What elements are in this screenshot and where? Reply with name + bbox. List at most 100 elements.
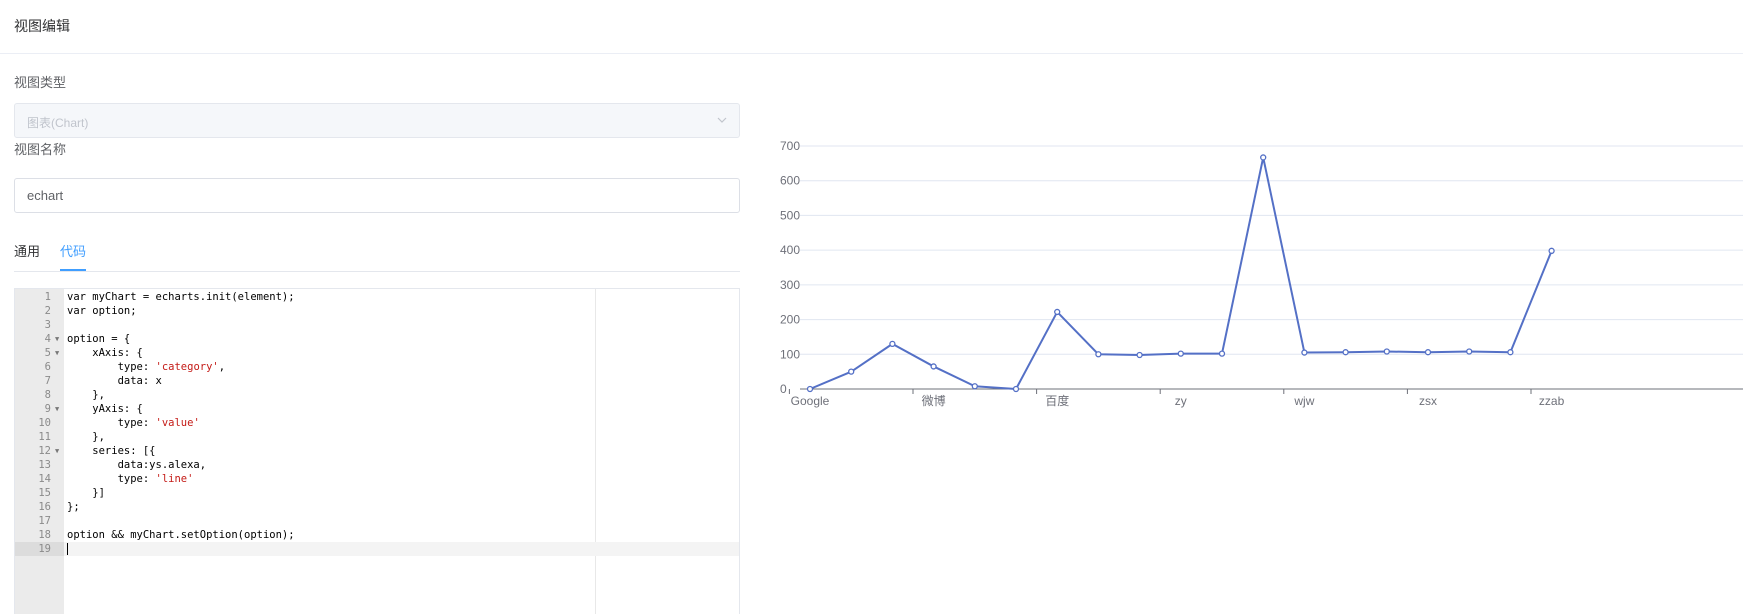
line-number: 7 [44,375,51,387]
code-line[interactable]: 7 data: x [15,374,739,388]
data-point [1424,349,1432,356]
code-token: , [218,361,226,373]
code-text: var option; [67,304,137,318]
fold-arrow-icon[interactable]: ▼ [55,402,59,416]
code-line[interactable]: 17 [15,514,739,528]
tab-code[interactable]: 代码 [60,241,86,260]
y-tick-label: 600 [780,174,800,188]
code-token: type: [67,361,156,373]
x-tick-label: zsx [1419,394,1437,408]
code-line[interactable]: 3 [15,318,739,332]
line-number: 14 [38,473,51,485]
x-tick-label: 微博 [922,393,946,408]
code-line[interactable]: 1 var myChart = echarts.init(element); [15,290,739,304]
tab-general[interactable]: 通用 [14,241,40,260]
data-point [971,383,978,390]
code-text: xAxis: { [67,346,143,360]
active-tab-indicator [60,269,86,271]
view-type-select[interactable]: 图表(Chart) [14,103,740,138]
data-point [848,368,855,375]
data-point [1507,349,1514,356]
y-tick-label: 100 [780,347,800,361]
code-line[interactable]: 14 type: 'line' [15,472,739,486]
data-point [1218,350,1226,357]
code-string: 'value' [155,417,200,429]
line-number: 18 [38,529,51,541]
data-point [806,385,814,393]
code-text: }, [67,388,105,402]
line-number: 10 [38,417,51,429]
code-token: }, [67,431,105,443]
fold-arrow-icon[interactable]: ▼ [55,332,59,346]
code-text: series: [{ [67,444,156,458]
data-point [930,363,937,370]
code-token: var myChart = echarts.init(element); [67,291,295,303]
y-tick-label: 200 [780,313,800,327]
page-title: 视图编辑 [14,18,70,34]
code-text: data: x [67,374,162,388]
chevron-down-icon [717,117,727,123]
code-line[interactable]: 4 ▼ option = { [15,332,739,346]
view-name-label: 视图名称 [14,142,67,157]
code-token: type: [67,417,156,429]
code-line[interactable]: 15 }] [15,486,739,500]
code-line[interactable]: 12 ▼ series: [{ [15,444,739,458]
data-point [889,340,896,348]
code-token: data: x [67,375,162,387]
code-line[interactable]: 2 var option; [15,304,739,318]
view-name-input[interactable]: echart [14,178,740,213]
code-line[interactable]: 11 }, [15,430,739,444]
code-line[interactable]: 16}; [15,500,739,514]
code-token: data:ys.alexa, [67,459,207,471]
code-text: yAxis: { [67,402,143,416]
view-name-value: echart [27,188,64,203]
code-text: }] [67,486,105,500]
code-token: option && myChart.setOption(option); [67,529,295,541]
code-token: }] [67,487,105,499]
data-point [1548,247,1555,254]
code-editor[interactable]: 1 var myChart = echarts.init(element); 2 va… [14,288,740,614]
code-token: }; [67,501,80,513]
code-line[interactable]: 10 type: 'value' [15,416,739,430]
code-text: }, [67,430,105,444]
line-number: 15 [38,487,51,499]
code-token: xAxis: { [67,347,143,359]
code-text: }; [67,500,80,514]
view-type-label: 视图类型 [14,75,67,90]
code-line[interactable]: 8 }, [15,388,739,402]
code-token: option = { [67,333,131,345]
y-tick-label: 700 [780,140,800,153]
code-line[interactable]: 13 data:ys.alexa, [15,458,739,472]
view-type-value: 图表(Chart) [27,116,89,130]
data-point [1136,351,1143,359]
editor-tabs: 通用 代码 [14,240,740,272]
code-line[interactable]: 19 [15,542,739,556]
data-point [1260,154,1267,161]
code-text: type: 'value' [67,416,200,430]
line-number: 8 [44,389,51,401]
line-number: 16 [38,501,51,513]
x-tick-label: Google [791,394,830,408]
code-line[interactable]: 6 type: 'category', [15,360,739,374]
code-text: data:ys.alexa, [67,458,207,472]
data-point [1095,351,1102,358]
code-token: type: [67,473,156,485]
data-point [1177,350,1184,357]
data-point [1301,349,1308,356]
code-string: 'category' [155,361,219,373]
code-line[interactable]: 9 ▼ yAxis: { [15,402,739,416]
fold-arrow-icon[interactable]: ▼ [55,444,59,458]
x-tick-label: wjw [1293,394,1314,408]
code-token: series: [{ [67,445,156,457]
data-point [1054,308,1061,316]
code-text: type: 'line' [67,472,194,486]
fold-arrow-icon[interactable]: ▼ [55,346,59,360]
code-token: }, [67,389,105,401]
line-number: 3 [44,319,51,331]
code-line[interactable]: 18 option && myChart.setOption(option); [15,528,739,542]
x-tick-label: zy [1175,394,1187,408]
line-number: 19 [15,542,64,556]
text-cursor [67,543,68,555]
line-number: 6 [44,361,51,373]
code-line[interactable]: 5 ▼ xAxis: { [15,346,739,360]
